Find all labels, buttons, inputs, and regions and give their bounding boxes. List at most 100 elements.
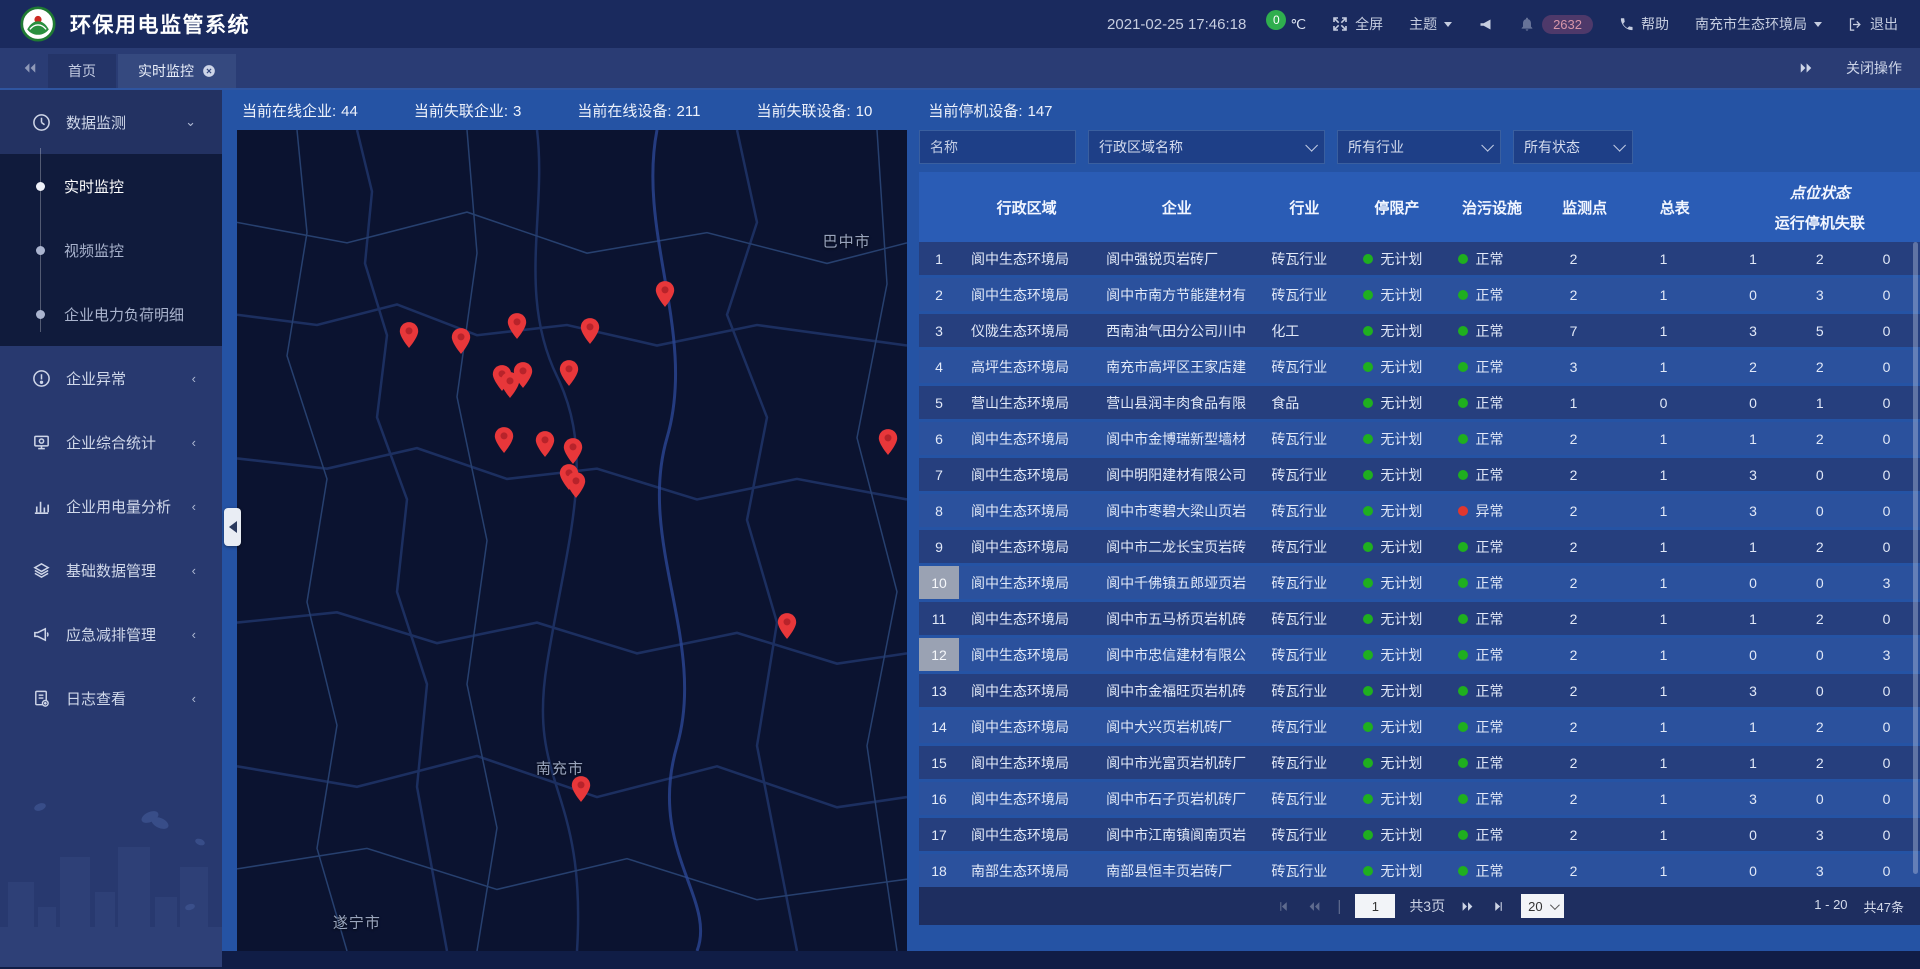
cell-stopped: 2: [1786, 746, 1853, 779]
table-row[interactable]: 12 阆中生态环境局 阆中市忠信建材有限公 砖瓦行业 无计划 正常 2 1 0 …: [919, 638, 1920, 671]
map-pin-icon[interactable]: [878, 428, 899, 457]
organization-menu-button[interactable]: 南充市生态环境局: [1695, 14, 1822, 34]
table-row[interactable]: 11 阆中生态环境局 阆中市五马桥页岩机砖 砖瓦行业 无计划 正常 2 1 1 …: [919, 602, 1920, 635]
tab-realtime-monitor[interactable]: 实时监控: [118, 54, 236, 88]
region-filter-select[interactable]: 行政区域名称: [1088, 130, 1325, 164]
cell-company: 阆中市江南镇阆南页岩: [1094, 818, 1259, 851]
cell-limit-production: 无计划: [1349, 602, 1444, 635]
cell-district: 阆中生态环境局: [959, 710, 1094, 743]
map-pin-icon[interactable]: [580, 317, 601, 346]
row-number: 4: [919, 350, 959, 383]
row-number: 13: [919, 674, 959, 707]
cell-monitor-points: 2: [1540, 638, 1630, 671]
sound-toggle-button[interactable]: [1478, 17, 1493, 32]
table-row[interactable]: 13 阆中生态环境局 阆中市金福旺页岩机砖 砖瓦行业 无计划 正常 2 1 3 …: [919, 674, 1920, 707]
table-row[interactable]: 15 阆中生态环境局 阆中市光富页岩机砖厂 砖瓦行业 无计划 正常 2 1 1 …: [919, 746, 1920, 779]
row-number: 5: [919, 386, 959, 419]
sidebar-item-log-view[interactable]: 日志查看 ‹: [0, 666, 222, 730]
table-row[interactable]: 3 仪陇生态环境局 西南油气田分公司川中 化工 无计划 正常 7 1 3 5 0: [919, 314, 1920, 347]
map-pin-icon[interactable]: [559, 359, 580, 388]
cell-industry: 食品: [1259, 386, 1349, 419]
table-row[interactable]: 10 阆中生态环境局 阆中千佛镇五郎垭页岩 砖瓦行业 无计划 正常 2 1 0 …: [919, 566, 1920, 599]
facility-status-dot: [1458, 686, 1468, 696]
map-pin-icon[interactable]: [513, 361, 534, 390]
table-row[interactable]: 1 阆中生态环境局 阆中强锐页岩砖厂 砖瓦行业 无计划 正常 2 1 1 2 0: [919, 242, 1920, 275]
table-row[interactable]: 7 阆中生态环境局 阆中明阳建材有限公司 砖瓦行业 无计划 正常 2 1 3 0…: [919, 458, 1920, 491]
cell-monitor-points: 2: [1540, 818, 1630, 851]
logout-icon: [1848, 17, 1863, 32]
cell-disconnected: 0: [1853, 674, 1920, 707]
cell-pollution-facility: 异常: [1444, 494, 1539, 527]
sidebar-collapse-handle[interactable]: [224, 508, 241, 546]
map-pin-icon[interactable]: [566, 471, 587, 500]
table-row[interactable]: 8 阆中生态环境局 阆中市枣碧大梁山页岩 砖瓦行业 无计划 异常 2 1 3 0…: [919, 494, 1920, 527]
last-page-button[interactable]: [1490, 900, 1507, 913]
cell-industry: 砖瓦行业: [1259, 638, 1349, 671]
status-filter-select[interactable]: 所有状态: [1513, 130, 1633, 164]
cell-disconnected: 0: [1853, 494, 1920, 527]
prev-page-button[interactable]: [1306, 900, 1323, 913]
tabs-scroll-right-button[interactable]: [1798, 61, 1814, 75]
map-pin-icon[interactable]: [494, 425, 515, 454]
limit-status-dot: [1363, 290, 1373, 300]
next-page-button[interactable]: [1459, 900, 1476, 913]
map-pin-icon[interactable]: [777, 612, 798, 641]
table-row[interactable]: 18 南部生态环境局 南部县恒丰页岩砖厂 砖瓦行业 无计划 正常 2 1 0 3…: [919, 854, 1920, 887]
table-row[interactable]: 2 阆中生态环境局 阆中市南方节能建材有 砖瓦行业 无计划 正常 2 1 0 3…: [919, 278, 1920, 311]
map-pin-icon[interactable]: [655, 279, 676, 308]
temperature-value: 0: [1266, 10, 1286, 30]
industry-filter-select[interactable]: 所有行业: [1337, 130, 1501, 164]
table-row[interactable]: 17 阆中生态环境局 阆中市江南镇阆南页岩 砖瓦行业 无计划 正常 2 1 0 …: [919, 818, 1920, 851]
cell-limit-production: 无计划: [1349, 674, 1444, 707]
table-row[interactable]: 16 阆中生态环境局 阆中市石子页岩机砖厂 砖瓦行业 无计划 正常 2 1 3 …: [919, 782, 1920, 815]
facility-status-dot: [1458, 254, 1468, 264]
notifications-button[interactable]: 2632: [1519, 15, 1593, 34]
map-panel[interactable]: 巴中市南充市遂宁市: [237, 130, 907, 951]
cell-company: 阆中市金博瑞新型墙材: [1094, 422, 1259, 455]
chevron-left-icon: ‹: [192, 435, 196, 450]
sidebar-item-power-load-detail[interactable]: 企业电力负荷明细: [0, 282, 222, 346]
map-pin-icon[interactable]: [451, 327, 472, 356]
tabs-scroll-left-button[interactable]: [22, 61, 38, 75]
sidebar-item-emergency-reduction[interactable]: 应急减排管理 ‹: [0, 602, 222, 666]
row-number: 16: [919, 782, 959, 815]
map-pin-icon[interactable]: [570, 775, 591, 804]
sidebar-item-realtime-monitor[interactable]: 实时监控: [0, 154, 222, 218]
sidebar-item-basic-data-management[interactable]: 基础数据管理 ‹: [0, 538, 222, 602]
sidebar-item-data-monitoring[interactable]: 数据监测 ⌄: [0, 90, 222, 154]
filter-bar: 行政区域名称 所有行业 所有状态: [919, 130, 1920, 164]
theme-menu-button[interactable]: 主题: [1409, 14, 1452, 34]
map-pin-icon[interactable]: [535, 429, 556, 458]
fullscreen-button[interactable]: 全屏: [1332, 14, 1383, 34]
tab-close-icon[interactable]: [202, 64, 216, 78]
table-row[interactable]: 9 阆中生态环境局 阆中市二龙长宝页岩砖 砖瓦行业 无计划 正常 2 1 1 2…: [919, 530, 1920, 563]
logout-button[interactable]: 退出: [1848, 14, 1898, 34]
sidebar-item-enterprise-abnormal[interactable]: 企业异常 ‹: [0, 346, 222, 410]
table-scrollbar[interactable]: [1913, 242, 1918, 874]
col-total-meters: 总表: [1630, 172, 1720, 242]
page-size-select[interactable]: 20: [1521, 894, 1563, 918]
close-operations-button[interactable]: 关闭操作: [1846, 58, 1902, 78]
map-pin-icon[interactable]: [507, 312, 528, 341]
limit-status-dot: [1363, 722, 1373, 732]
table-row[interactable]: 14 阆中生态环境局 阆中大兴页岩机砖厂 砖瓦行业 无计划 正常 2 1 1 2…: [919, 710, 1920, 743]
help-button[interactable]: 帮助: [1619, 14, 1669, 34]
tab-home[interactable]: 首页: [48, 54, 116, 88]
table-row[interactable]: 6 阆中生态环境局 阆中市金博瑞新型墙材 砖瓦行业 无计划 正常 2 1 1 2…: [919, 422, 1920, 455]
cell-company: 阆中大兴页岩机砖厂: [1094, 710, 1259, 743]
facility-status-dot: [1458, 650, 1468, 660]
page-number-input[interactable]: [1355, 894, 1395, 918]
cell-monitor-points: 2: [1540, 422, 1630, 455]
table-row[interactable]: 5 营山生态环境局 营山县润丰肉食品有限 食品 无计划 正常 1 0 0 1 0: [919, 386, 1920, 419]
map-pin-icon[interactable]: [398, 320, 419, 349]
sidebar-item-video-monitor[interactable]: 视频监控: [0, 218, 222, 282]
table-row[interactable]: 4 高坪生态环境局 南充市高坪区王家店建 砖瓦行业 无计划 正常 3 1 2 2…: [919, 350, 1920, 383]
cell-company: 阆中市忠信建材有限公: [1094, 638, 1259, 671]
first-page-button[interactable]: [1275, 900, 1292, 913]
chevron-left-icon: ‹: [192, 371, 196, 386]
row-number: 9: [919, 530, 959, 563]
sidebar-item-power-usage-analysis[interactable]: 企业用电量分析 ‹: [0, 474, 222, 538]
cell-stopped: 5: [1786, 314, 1853, 347]
sidebar-item-enterprise-statistics[interactable]: 企业综合统计 ‹: [0, 410, 222, 474]
name-filter-input[interactable]: [919, 130, 1076, 164]
